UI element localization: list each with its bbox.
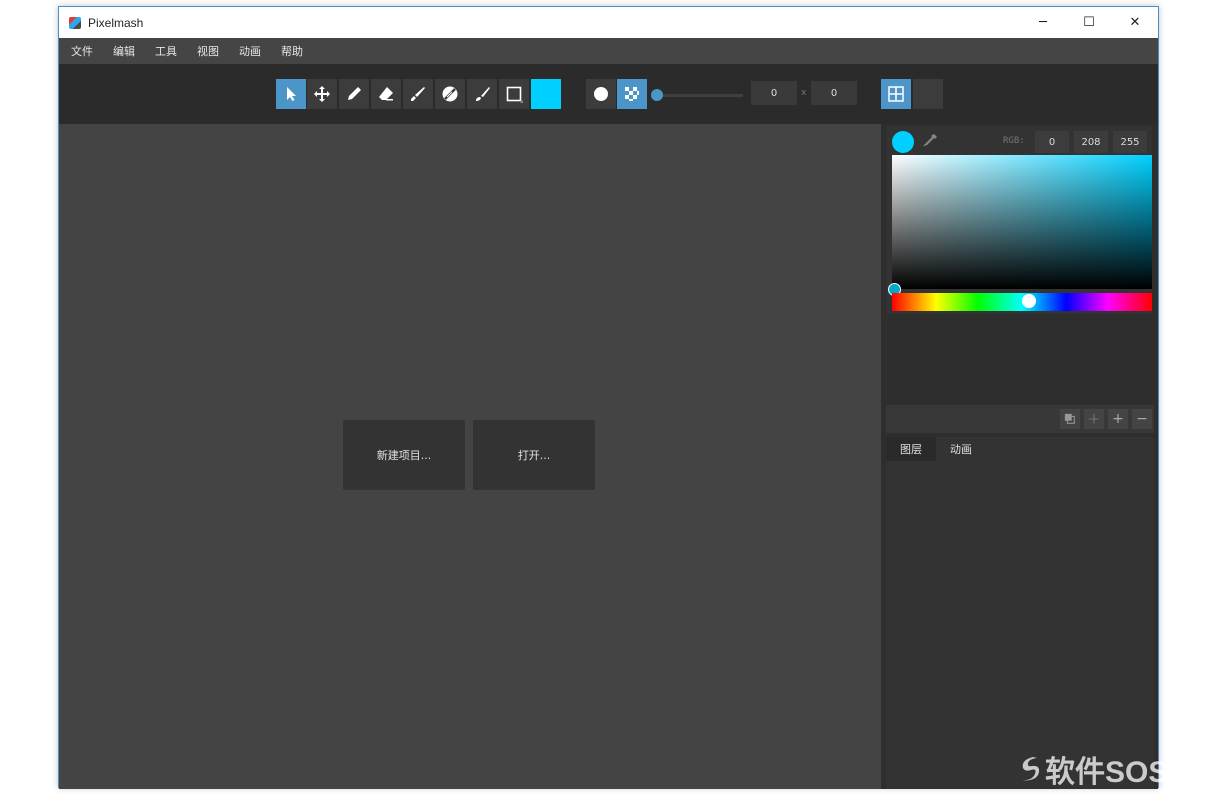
red-field[interactable]: 0 — [1035, 131, 1069, 153]
rgb-label: RGB: — [1003, 136, 1025, 146]
move-icon — [314, 86, 330, 102]
rectangle-icon — [506, 86, 523, 103]
slider-handle[interactable] — [651, 89, 663, 101]
menu-view[interactable]: 视图 — [187, 43, 229, 59]
saturation-value-box[interactable] — [892, 155, 1152, 289]
minimize-button[interactable]: ─ — [1020, 7, 1066, 38]
color-picker-panel: RGB: 0 208 255 — [887, 126, 1152, 314]
menu-help[interactable]: 帮助 — [271, 43, 313, 59]
eraser-tool-button[interactable] — [371, 79, 401, 109]
paint-brush-tool-button[interactable] — [467, 79, 497, 109]
move-layer-button[interactable] — [1084, 409, 1104, 429]
title-bar: Pixelmash ─ ☐ ✕ — [59, 7, 1158, 38]
select-icon — [287, 87, 296, 101]
green-field[interactable]: 208 — [1074, 131, 1108, 153]
blue-field[interactable]: 255 — [1113, 131, 1147, 153]
remove-layer-button[interactable]: − — [1132, 409, 1152, 429]
watermark-text: 软件SOS — [1045, 756, 1169, 789]
current-color-indicator[interactable] — [892, 131, 914, 153]
tab-animation[interactable]: 动画 — [936, 437, 986, 461]
select-tool-button[interactable] — [276, 79, 306, 109]
grid-view-button[interactable] — [881, 79, 911, 109]
maximize-button[interactable]: ☐ — [1066, 7, 1112, 38]
brush-icon — [411, 87, 425, 101]
app-window: Pixelmash ─ ☐ ✕ 文件 编辑 工具 视图 动画 帮助 0 x 0 … — [58, 6, 1159, 789]
tab-layers[interactable]: 图层 — [886, 437, 936, 461]
height-field[interactable]: 0 — [811, 81, 857, 105]
circle-icon — [594, 87, 608, 101]
menu-edit[interactable]: 编辑 — [103, 43, 145, 59]
open-button[interactable]: 打开... — [473, 420, 595, 490]
add-layer-button[interactable]: + — [1108, 409, 1128, 429]
panel-tabs: 图层 动画 — [886, 437, 1154, 461]
menu-file[interactable]: 文件 — [61, 43, 103, 59]
menu-tools[interactable]: 工具 — [145, 43, 187, 59]
watermark: 软件SOS — [1015, 747, 1168, 791]
move-tool-button[interactable] — [307, 79, 337, 109]
brush-shape-button[interactable] — [586, 79, 616, 109]
fill-icon — [442, 86, 458, 102]
hue-handle[interactable] — [1022, 294, 1036, 308]
menu-bar: 文件 编辑 工具 视图 动画 帮助 — [59, 38, 1158, 64]
canvas-area[interactable]: 新建项目... 打开... — [59, 124, 881, 789]
pencil-tool-button[interactable] — [339, 79, 369, 109]
single-view-button[interactable] — [913, 79, 943, 109]
close-button[interactable]: ✕ — [1112, 7, 1158, 38]
size-separator: x — [801, 88, 807, 98]
primary-color-swatch[interactable] — [531, 79, 561, 109]
size-slider[interactable] — [651, 89, 745, 101]
fill-tool-button[interactable] — [435, 79, 465, 109]
window-title: Pixelmash — [88, 15, 144, 30]
new-project-button[interactable]: 新建项目... — [343, 420, 465, 490]
pattern-button[interactable] — [617, 79, 647, 109]
eyedropper-icon[interactable] — [921, 132, 939, 150]
menu-animation[interactable]: 动画 — [229, 43, 271, 59]
width-field[interactable]: 0 — [751, 81, 797, 105]
brush-tool-button[interactable] — [403, 79, 433, 109]
duplicate-icon — [1064, 413, 1075, 424]
rectangle-tool-button[interactable] — [499, 79, 529, 109]
duplicate-layer-button[interactable] — [1060, 409, 1080, 429]
grid-icon — [888, 86, 904, 102]
paint-brush-icon — [476, 87, 490, 101]
checker-icon — [625, 87, 639, 101]
window-controls: ─ ☐ ✕ — [1020, 7, 1158, 38]
layer-toolbar: + − — [886, 405, 1154, 433]
app-logo-icon — [69, 16, 81, 29]
move-layer-icon — [1088, 413, 1100, 425]
pencil-icon — [348, 87, 361, 100]
tool-bar: 0 x 0 — [59, 64, 1158, 124]
eraser-icon — [379, 87, 393, 101]
watermark-logo-icon — [1021, 757, 1040, 781]
layer-list[interactable] — [886, 461, 1154, 789]
right-panel: RGB: 0 208 255 + − 图层 动画 — [881, 124, 1158, 789]
